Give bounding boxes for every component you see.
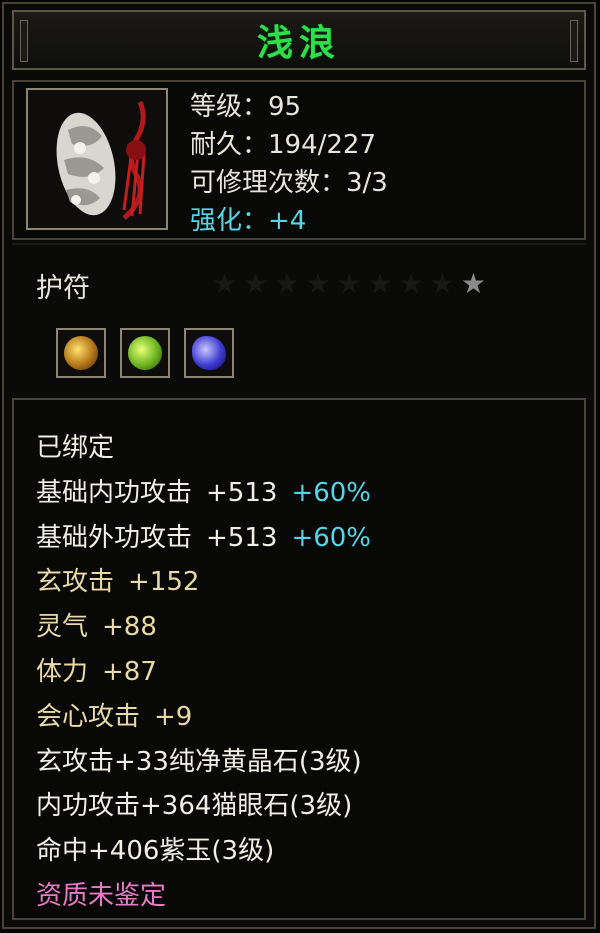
attribute-row: 基础内功攻击 +513 +60% <box>36 471 371 516</box>
attribute-label: 体力 <box>36 656 89 687</box>
attribute-label: 基础内功攻击 <box>36 477 193 508</box>
attribute-row: 内功攻击+364猫眼石(3级) <box>36 784 371 829</box>
item-repair-count: 可修理次数：3/3 <box>190 168 388 198</box>
item-info-panel: 等级：95 耐久：194/227 可修理次数：3/3 强化：+4 <box>12 80 586 240</box>
attribute-row: 会心攻击 +9 <box>36 695 371 740</box>
yellow-gem-icon <box>64 336 98 370</box>
item-enhance: 强化：+4 <box>190 206 307 236</box>
attribute-label: 内功攻击+364猫眼石(3级) <box>36 791 353 822</box>
gem-slot[interactable] <box>184 328 234 378</box>
divider <box>12 243 586 245</box>
star-icon: ★ <box>429 267 455 300</box>
attribute-value: +88 <box>102 612 157 643</box>
star-icon: ★ <box>212 267 238 300</box>
attribute-label: 灵气 <box>36 612 89 643</box>
attribute-value: +513 <box>206 522 278 553</box>
gem-slot[interactable] <box>56 328 106 378</box>
item-type: 护符 <box>36 273 90 304</box>
attribute-value: +152 <box>128 567 200 598</box>
attribute-value: +513 <box>206 477 278 508</box>
attribute-list: 已绑定基础内功攻击 +513 +60% 基础外功攻击 +513 +60% 玄攻击 +152 灵气… <box>36 426 371 919</box>
star-icon: ★ <box>243 267 269 300</box>
star-icon: ★ <box>398 267 424 300</box>
attribute-row: 玄攻击+33纯净黄晶石(3级) <box>36 740 371 785</box>
green-gem-icon <box>128 336 162 370</box>
attribute-label: 命中+406紫玉(3级) <box>36 836 275 867</box>
title-bar: 浅浪 <box>12 10 586 70</box>
attribute-label: 玄攻击+33纯净黄晶石(3级) <box>36 746 362 777</box>
attribute-label: 玄攻击 <box>36 567 115 598</box>
star-rating: ★ ★ ★ ★ ★ ★ ★ ★ ★ <box>212 268 486 300</box>
attribute-percent: +60% <box>291 477 372 508</box>
star-icon: ★ <box>305 267 331 300</box>
attribute-row: 资质未鉴定 <box>36 874 371 919</box>
star-icon: ★ <box>274 267 300 300</box>
amulet-icon <box>26 88 168 230</box>
attribute-row: 基础外功攻击 +513 +60% <box>36 516 371 561</box>
attribute-row: 命中+406紫玉(3级) <box>36 829 371 874</box>
attribute-label: 资质未鉴定 <box>36 880 167 911</box>
attributes-panel: 已绑定基础内功攻击 +513 +60% 基础外功攻击 +513 +60% 玄攻击 +152 灵气… <box>12 398 586 920</box>
star-icon: ★ <box>367 267 393 300</box>
item-name: 浅浪 <box>256 23 341 64</box>
attribute-value: +9 <box>154 701 193 732</box>
attribute-row: 体力 +87 <box>36 650 371 695</box>
attribute-row: 玄攻击 +152 <box>36 560 371 605</box>
attribute-label: 会心攻击 <box>36 701 141 732</box>
attribute-row: 已绑定 <box>36 426 371 471</box>
star-icon: ★ <box>336 267 362 300</box>
attribute-value: +87 <box>102 656 157 687</box>
gem-slot[interactable] <box>120 328 170 378</box>
attribute-row: 灵气 +88 <box>36 605 371 650</box>
purple-gem-icon <box>192 336 226 370</box>
item-durability: 耐久：194/227 <box>190 130 377 160</box>
star-icon: ★ <box>460 267 486 300</box>
attribute-label: 基础外功攻击 <box>36 522 193 553</box>
attribute-label: 已绑定 <box>36 433 115 463</box>
attribute-percent: +60% <box>291 522 372 553</box>
item-level: 等级：95 <box>190 92 302 122</box>
gem-slots <box>56 328 234 378</box>
